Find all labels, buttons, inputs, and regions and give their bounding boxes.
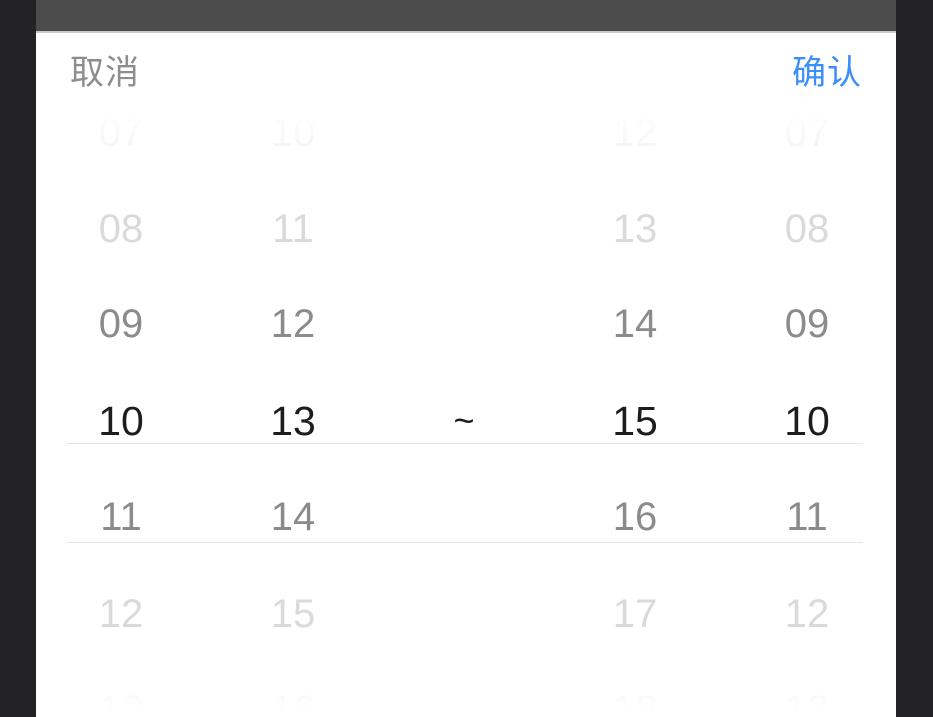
wheel-item[interactable]: 12 [46,566,196,662]
range-separator-label: ~ [453,400,475,441]
range-separator: ~ [389,108,539,717]
wheel-item[interactable]: 09 [732,276,882,372]
wheel-start-minute[interactable]: 10 11 12 13 14 15 16 [218,108,368,717]
wheel-item[interactable]: 07 [46,85,196,181]
wheel-start-hour[interactable]: 07 08 09 10 11 12 13 [46,108,196,717]
time-range-picker-sheet: 取消 确认 07 08 09 10 11 12 13 10 11 12 13 1… [36,33,896,717]
status-bar [36,0,896,31]
wheel-item[interactable]: 13 [46,662,196,717]
wheel-item-selected[interactable]: 10 [732,373,882,469]
wheel-item[interactable]: 17 [560,566,710,662]
wheel-item-selected[interactable]: 15 [560,373,710,469]
wheel-item[interactable]: 12 [560,85,710,181]
wheel-item[interactable]: 11 [732,469,882,565]
wheel-item[interactable]: 12 [218,276,368,372]
wheel-item[interactable]: 08 [732,181,882,277]
device-screen: 取消 确认 07 08 09 10 11 12 13 10 11 12 13 1… [0,0,933,717]
wheel-item[interactable]: 13 [732,662,882,717]
wheel-item[interactable]: 10 [218,85,368,181]
wheel-item[interactable]: 14 [560,276,710,372]
wheel-item[interactable]: 08 [46,181,196,277]
wheel-item[interactable]: 16 [560,469,710,565]
wheel-end-hour[interactable]: 12 13 14 15 16 17 18 [560,108,710,717]
wheel-item[interactable]: 15 [218,566,368,662]
wheel-item[interactable]: 12 [732,566,882,662]
wheel-item[interactable]: 14 [218,469,368,565]
wheel-end-minute[interactable]: 07 08 09 10 11 12 13 [732,108,882,717]
wheel-item[interactable]: 11 [46,469,196,565]
wheel-item[interactable]: 09 [46,276,196,372]
picker-wheels: 07 08 09 10 11 12 13 10 11 12 13 14 15 1… [36,108,896,717]
wheel-item-selected[interactable]: 10 [46,373,196,469]
wheel-item[interactable]: 18 [560,662,710,717]
wheel-item-selected[interactable]: 13 [218,373,368,469]
wheel-item[interactable]: 16 [218,662,368,717]
wheel-item[interactable]: 07 [732,85,882,181]
wheel-item[interactable]: 11 [218,181,368,277]
wheel-item[interactable]: 13 [560,181,710,277]
